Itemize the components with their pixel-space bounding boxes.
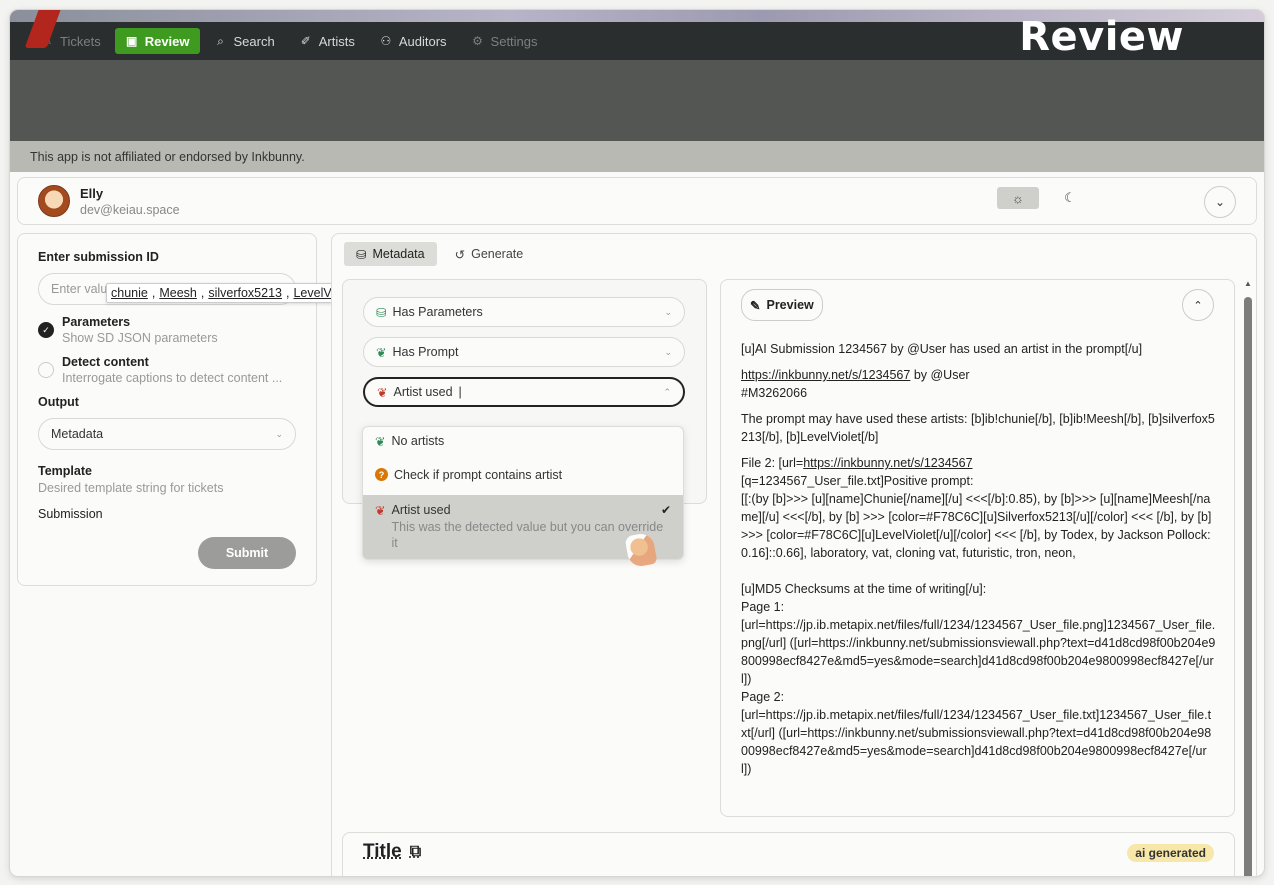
preview-paragraph: [u]AI Submission 1234567 by @User has us… (741, 342, 1143, 356)
preview-paragraph: https://inkbunny.net/s/1234567 by @User … (741, 368, 970, 400)
user-email: dev@keiau.space (80, 202, 180, 217)
template-label: Template (38, 464, 92, 478)
ai-generated-badge: ai generated (1127, 844, 1214, 862)
app-window: ✎Tickets ▣Review ⌕Search ✐Artists ⚇Audit… (10, 10, 1264, 876)
submission-link[interactable]: https://inkbunny.net/s/1234567 (803, 456, 972, 470)
option-parameters[interactable]: ✓ Parameters Show SD JSON parameters (38, 315, 296, 345)
option-desc: Show SD JSON parameters (62, 331, 218, 345)
check-has-prompt[interactable]: ❦ Has Prompt ⌄ (363, 337, 685, 367)
user-card: Elly dev@keiau.space ☼ ☾ ⌄ (17, 177, 1257, 225)
nav-settings[interactable]: ⚙ Settings (461, 28, 548, 54)
output-select[interactable]: Metadata ⌄ (38, 418, 296, 450)
main-panel: ⛁ Metadata ↺ Generate ⛁ Has Parameters ⌄ ❦… (331, 233, 1257, 876)
flag-icon: ❦ (377, 385, 388, 400)
avatar (38, 185, 70, 217)
nav-search[interactable]: ⌕ Search (204, 28, 285, 54)
question-icon: ? (375, 468, 388, 481)
tab-bar: ⛁ Metadata ↺ Generate (344, 242, 535, 266)
tooltip-artist[interactable]: chunie (111, 286, 148, 300)
leaf-icon: ❦ (376, 345, 387, 360)
scrollbar-thumb[interactable] (1244, 297, 1252, 876)
check-artist-used[interactable]: ❦ Artist used | ⌃ (363, 377, 685, 407)
history-icon: ↺ (454, 247, 466, 262)
nav-artists[interactable]: ✐ Artists (289, 28, 365, 54)
preview-card: ✎ Preview ⌃ [u]AI Submission 1234567 by … (720, 279, 1235, 817)
theme-switch: ☼ ☾ (997, 187, 1091, 209)
nav-auditors[interactable]: ⚇ Auditors (369, 28, 457, 54)
header-band (10, 60, 1264, 141)
tooltip-separator: , (151, 286, 156, 300)
moon-icon: ☾ (1064, 190, 1076, 205)
chevron-down-icon: ⌄ (664, 346, 672, 357)
dd-option-label: Artist used (391, 503, 451, 517)
page-heading: Review (1019, 14, 1184, 60)
tab-generate[interactable]: ↺ Generate (443, 242, 536, 266)
nav-review[interactable]: ▣ Review (114, 28, 200, 54)
tooltip-artist[interactable]: silverfox5213 (208, 286, 282, 300)
chevron-down-icon: ⌄ (275, 428, 283, 439)
gear-icon: ⚙ (472, 34, 483, 48)
text-cursor: | (458, 385, 462, 399)
users-icon: ⚇ (380, 34, 392, 48)
external-link-icon: ⧉ (409, 843, 422, 860)
search-icon: ⌕ (217, 33, 224, 48)
title-heading[interactable]: Title ⧉ (363, 841, 421, 863)
template-desc: Desired template string for tickets (38, 481, 224, 495)
dark-theme-button[interactable]: ☾ (1049, 187, 1091, 209)
preview-button[interactable]: ✎ Preview (741, 289, 823, 321)
chevron-up-icon: ⌃ (663, 386, 671, 397)
tab-metadata[interactable]: ⛁ Metadata (344, 242, 437, 266)
user-menu-button[interactable]: ⌄ (1204, 186, 1236, 218)
dd-option-check-prompt[interactable]: ? Check if prompt contains artist (363, 461, 683, 489)
review-icon: ▣ (126, 34, 138, 48)
submission-id-label: Enter submission ID (38, 250, 159, 264)
chevron-up-icon: ⌃ (1193, 299, 1203, 312)
option-desc: Interrogate captions to detect content .… (62, 371, 283, 385)
submit-button[interactable]: Submit (198, 537, 296, 569)
notice-bar: This app is not affiliated or endorsed b… (10, 141, 1264, 172)
artists-tooltip: chunie, Meesh, silverfox5213, LevelViole… (106, 283, 360, 303)
tooltip-separator: , (200, 286, 205, 300)
brush-icon: ✐ (300, 34, 311, 48)
title-card: Title ⧉ ai generated (342, 832, 1235, 876)
scroll-up-icon[interactable]: ▲ (1244, 279, 1252, 288)
option-title: Parameters (62, 315, 131, 329)
output-label: Output (38, 395, 79, 409)
check-has-parameters[interactable]: ⛁ Has Parameters ⌄ (363, 297, 685, 327)
tooltip-artist[interactable]: Meesh (159, 286, 197, 300)
submission-link[interactable]: https://inkbunny.net/s/1234567 (741, 368, 910, 382)
user-name: Elly (80, 185, 104, 201)
preview-paragraph: File 2: [url=https://inkbunny.net/s/1234… (741, 456, 1216, 776)
user-info: Elly dev@keiau.space (80, 186, 180, 217)
option-title: Detect content (62, 355, 149, 369)
dd-option-no-artists[interactable]: ❦ No artists (363, 427, 683, 456)
radio-empty-icon[interactable] (38, 362, 54, 378)
sun-icon: ☼ (1012, 190, 1024, 206)
chevron-down-icon: ⌄ (664, 306, 672, 317)
check-icon: ✔ (660, 503, 671, 517)
scrollbar[interactable]: ▲ (1244, 279, 1252, 876)
pencil-icon: ✎ (750, 298, 761, 313)
preview-text: [u]AI Submission 1234567 by @User has us… (741, 340, 1216, 786)
light-theme-button[interactable]: ☼ (997, 187, 1039, 209)
check-icon[interactable]: ✓ (38, 322, 54, 338)
chevron-down-icon: ⌄ (1214, 195, 1226, 209)
tooltip-separator: , (286, 286, 290, 300)
flag-icon: ❦ (375, 504, 386, 518)
option-detect-content[interactable]: Detect content Interrogate captions to d… (38, 355, 296, 385)
database-icon: ⛁ (376, 305, 387, 320)
database-icon: ⛁ (356, 247, 367, 262)
submission-row-label: Submission (38, 507, 103, 521)
preview-paragraph: The prompt may have used these artists: … (741, 412, 1215, 444)
leaf-icon: ❦ (375, 435, 386, 449)
collapse-button[interactable]: ⌃ (1182, 289, 1214, 321)
